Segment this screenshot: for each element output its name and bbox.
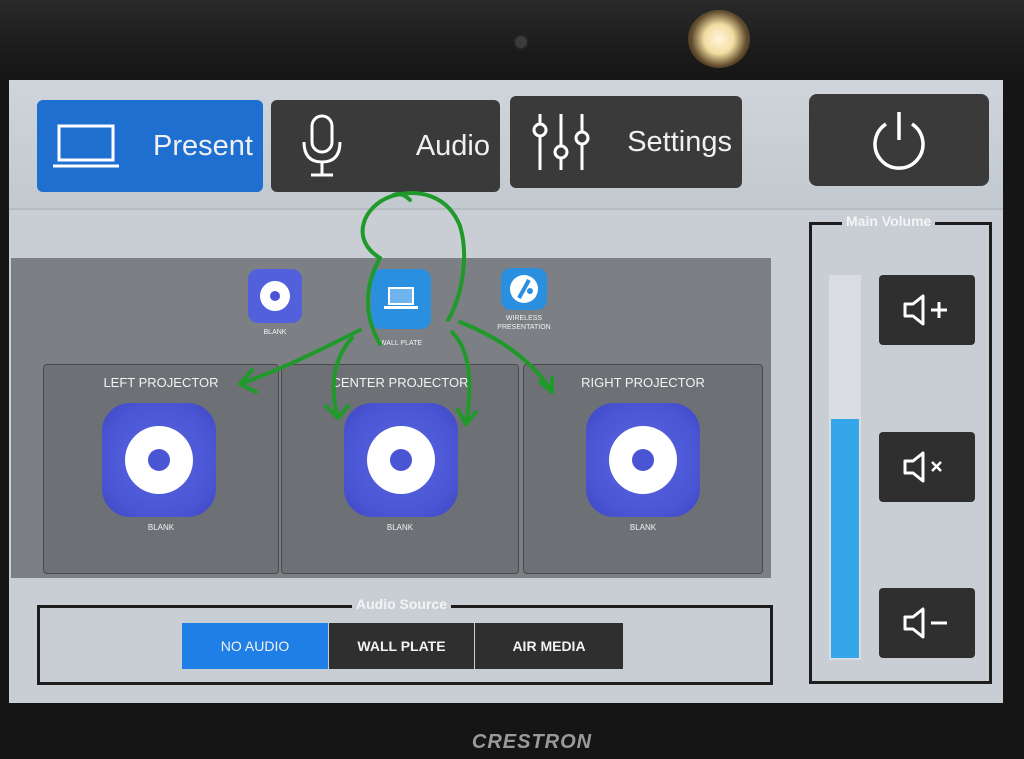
tab-audio-label: Audio [415,130,490,162]
tab-present-label: Present [153,130,253,162]
volume-level-fill [831,419,859,658]
light-glare [688,10,750,68]
panel-bezel [0,0,1024,90]
blank-disc-icon [260,281,290,311]
source-wireless-button[interactable] [501,268,547,310]
power-icon [873,112,925,170]
source-wall-plate-button[interactable] [371,269,431,329]
center-projector-source [344,403,458,517]
brand-logo: CRESTRON [471,731,593,753]
left-projector-source [102,403,216,517]
top-nav-bar: Present Audio Settings [9,80,1003,210]
volume-up-icon [903,294,947,326]
left-projector-source-label: BLANK [147,523,175,532]
left-projector-title: LEFT PROJECTOR [103,375,219,390]
laptop-icon [384,287,418,309]
tab-settings[interactable]: Settings [510,96,742,188]
laptop-icon [53,124,119,168]
power-button[interactable] [809,94,989,186]
source-wireless-label: WIRELESS PRESENTATION [497,315,551,331]
main-volume-title: Main Volume [842,213,936,229]
right-projector-title: RIGHT PROJECTOR [581,375,705,390]
airmedia-icon [510,275,538,303]
center-projector-source-label: BLANK [386,523,414,532]
right-projector-source-label: BLANK [629,523,657,532]
microphone-icon [302,114,342,177]
blank-disc-icon [367,426,435,494]
camera-lens [515,36,527,48]
right-projector-source [586,403,700,517]
source-blank-button[interactable] [248,269,302,323]
tab-settings-label: Settings [627,126,732,158]
volume-down-button[interactable] [879,588,975,658]
blank-disc-icon [609,426,677,494]
blank-disc-icon [125,426,193,494]
audio-air-media-button[interactable]: AIR MEDIA [475,623,623,669]
tab-audio[interactable]: Audio [271,100,500,192]
source-blank-label: BLANK [263,329,287,336]
volume-down-icon [903,607,947,639]
source-wall-plate-label: WALL PLATE [379,340,423,347]
audio-wall-plate-button[interactable]: WALL PLATE [329,623,474,669]
mute-button[interactable] [879,432,975,502]
sliders-icon [532,114,590,170]
audio-no-audio-button[interactable]: NO AUDIO [182,623,328,669]
touch-screen: Present Audio Settings BLANK WALL PLATE … [9,80,1003,703]
audio-source-title: Audio Source [352,596,452,612]
center-projector-zone[interactable]: CENTER PROJECTOR BLANK [281,364,519,574]
volume-up-button[interactable] [879,275,975,345]
tab-present[interactable]: Present [37,100,263,192]
left-projector-zone[interactable]: LEFT PROJECTOR BLANK [43,364,279,574]
mute-icon [903,451,942,483]
right-projector-zone[interactable]: RIGHT PROJECTOR BLANK [523,364,763,574]
center-projector-title: CENTER PROJECTOR [331,375,469,390]
